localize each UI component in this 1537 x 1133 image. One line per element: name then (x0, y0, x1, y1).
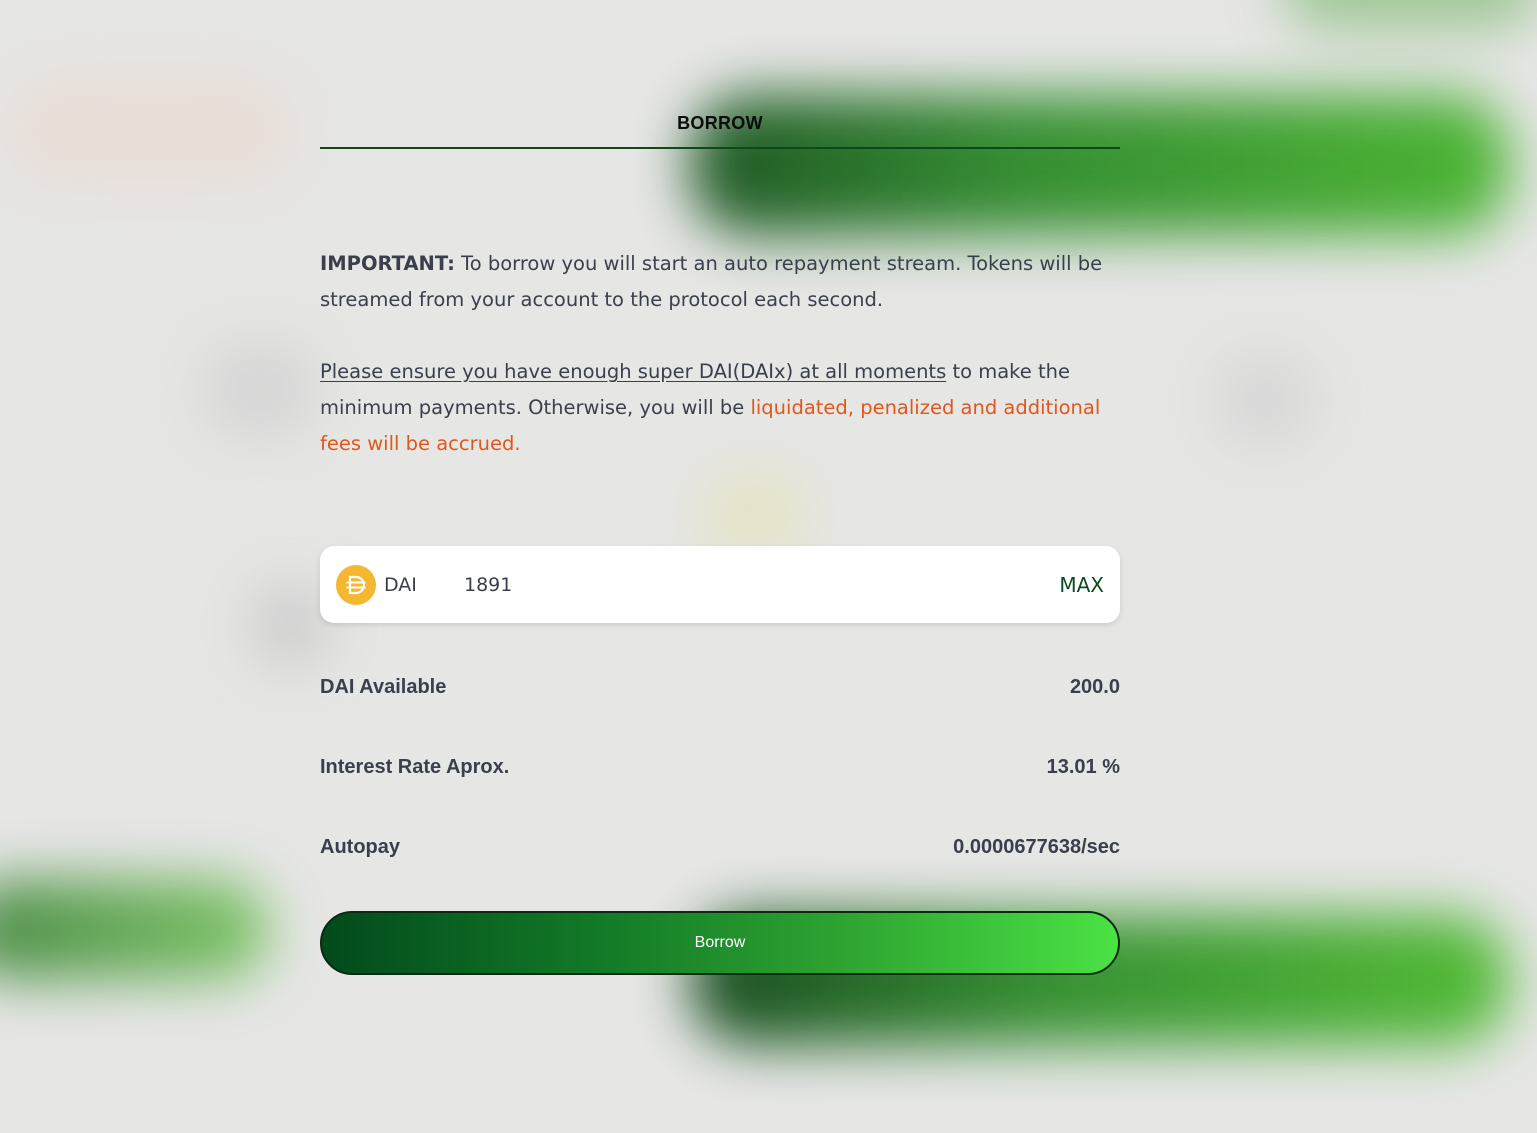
interest-rate-value: 13.01 % (1046, 755, 1120, 778)
autopay-value: 0.0000677638/sec (953, 835, 1120, 858)
borrow-info: DAI Available 200.0 Interest Rate Aprox.… (320, 647, 1120, 887)
borrow-tab-title[interactable]: BORROW (320, 100, 1120, 149)
interest-rate-label: Interest Rate Aprox. (320, 755, 510, 778)
background-blur (1210, 350, 1320, 450)
info-row-autopay: Autopay 0.0000677638/sec (320, 807, 1120, 887)
background-blur (250, 580, 330, 670)
important-paragraph: IMPORTANT: To borrow you will start an a… (320, 246, 1120, 318)
autopay-label: Autopay (320, 835, 400, 858)
background-blur (0, 880, 270, 980)
ensure-text: Please ensure you have enough super DAI(… (320, 360, 947, 383)
borrow-button[interactable]: Borrow (320, 911, 1120, 975)
info-row-interest-rate: Interest Rate Aprox. 13.01 % (320, 727, 1120, 807)
borrow-panel: BORROW IMPORTANT: To borrow you will sta… (320, 100, 1120, 975)
background-blur (1280, 0, 1537, 30)
ensure-paragraph: Please ensure you have enough super DAI(… (320, 354, 1120, 462)
important-label: IMPORTANT: (320, 252, 455, 275)
background-blur (200, 340, 320, 440)
borrow-notice: IMPORTANT: To borrow you will start an a… (320, 246, 1120, 462)
available-label: DAI Available (320, 675, 447, 698)
available-value: 200.0 (1069, 675, 1120, 698)
amount-input[interactable] (464, 573, 1060, 596)
amount-field: DAI MAX (320, 546, 1120, 623)
info-row-available: DAI Available 200.0 (320, 647, 1120, 727)
token-symbol: DAI (384, 573, 417, 596)
background-blur (0, 70, 300, 190)
max-button[interactable]: MAX (1059, 573, 1104, 597)
dai-icon (336, 564, 376, 605)
